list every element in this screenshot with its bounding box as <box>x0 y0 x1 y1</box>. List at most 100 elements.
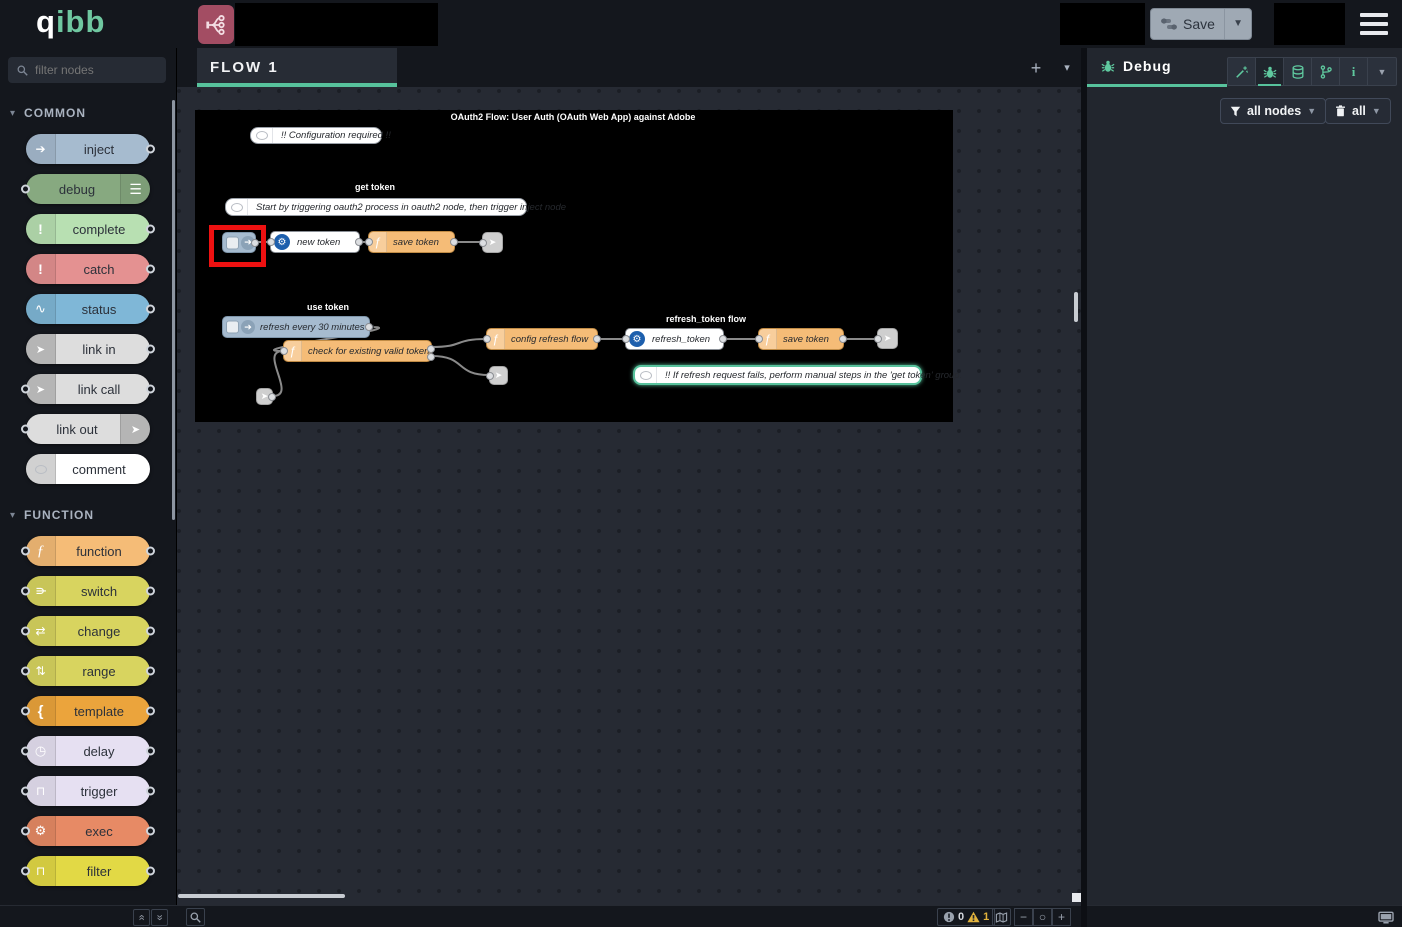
input-port[interactable] <box>622 335 630 343</box>
input-port[interactable] <box>755 335 763 343</box>
canvas-search-button[interactable] <box>186 908 205 926</box>
output-port[interactable] <box>839 335 847 343</box>
palette-search-box[interactable] <box>8 57 166 83</box>
flow-comment-node[interactable]: !! If refresh request fails, perform man… <box>633 365 922 385</box>
node-port[interactable] <box>21 707 30 716</box>
database-icon[interactable] <box>1284 58 1312 85</box>
node-port[interactable] <box>146 787 155 796</box>
flow-inject-node[interactable]: ➔refresh every 30 minutes ↻ <box>222 316 370 338</box>
node-port[interactable] <box>21 867 30 876</box>
output-port[interactable] <box>450 238 458 246</box>
palette-node-debug[interactable]: ☰debug <box>26 174 150 204</box>
canvas-horizontal-scrollbar[interactable] <box>178 894 345 898</box>
palette-node-range[interactable]: ⇅range <box>26 656 150 686</box>
canvas-scroll-corner[interactable] <box>1072 893 1081 902</box>
flow-link-node[interactable]: ➤ <box>482 232 503 253</box>
palette-node-template[interactable]: {template <box>26 696 150 726</box>
canvas-vertical-scrollbar[interactable] <box>1074 292 1078 322</box>
palette-node-change[interactable]: ⇄change <box>26 616 150 646</box>
palette-node-filter[interactable]: ⊓filter <box>26 856 150 886</box>
node-port[interactable] <box>21 827 30 836</box>
palette-node-link-call[interactable]: ➤link call <box>26 374 150 404</box>
input-port[interactable] <box>365 238 373 246</box>
palette-node-complete[interactable]: !complete <box>26 214 150 244</box>
palette-expand-button[interactable]: » <box>151 909 168 926</box>
input-port[interactable] <box>486 372 494 380</box>
palette-node-function[interactable]: ƒfunction <box>26 536 150 566</box>
node-port[interactable] <box>146 707 155 716</box>
filter-all-nodes-dropdown[interactable]: all nodes ▼ <box>1220 98 1326 124</box>
monitor-icon[interactable] <box>1376 909 1396 926</box>
tab-flow-1[interactable]: FLOW 1 <box>197 48 397 87</box>
palette-node-delay[interactable]: ◷delay <box>26 736 150 766</box>
input-port[interactable] <box>874 335 882 343</box>
node-port[interactable] <box>21 667 30 676</box>
flow-list-caret-icon[interactable]: ▾ <box>1055 56 1079 80</box>
palette-section-common[interactable]: ▾COMMON <box>0 92 176 134</box>
save-button[interactable]: Save ▼ <box>1150 8 1252 40</box>
palette-node-catch[interactable]: !catch <box>26 254 150 284</box>
palette-section-function[interactable]: ▾FUNCTION <box>0 494 176 536</box>
toolbar-caret-icon[interactable]: ▼ <box>1368 58 1396 85</box>
palette-node-link-out[interactable]: ➤link out <box>26 414 150 444</box>
node-port[interactable] <box>146 305 155 314</box>
flow-function-node[interactable]: ƒsave token <box>758 328 844 350</box>
output-port[interactable] <box>355 238 363 246</box>
flow-canvas[interactable]: OAuth2 Flow: User Auth (OAuth Web App) a… <box>177 87 1087 905</box>
node-port[interactable] <box>146 345 155 354</box>
flow-comment-node[interactable]: Start by triggering oauth2 process in oa… <box>225 198 527 216</box>
bug-tab-icon[interactable] <box>1256 58 1284 85</box>
input-port[interactable] <box>280 347 288 355</box>
zoom-in-button[interactable]: + <box>1052 908 1071 926</box>
info-icon[interactable]: i <box>1340 58 1368 85</box>
clear-all-dropdown[interactable]: all ▼ <box>1325 98 1391 124</box>
flow-link-node[interactable]: ➤ <box>489 366 508 385</box>
minimap-button[interactable] <box>992 908 1011 926</box>
palette-node-link-in[interactable]: ➤link in <box>26 334 150 364</box>
palette-node-inject[interactable]: ➔inject <box>26 134 150 164</box>
flow-link-node[interactable]: ➤ <box>877 328 898 349</box>
add-flow-button[interactable]: + <box>1024 56 1048 80</box>
node-port[interactable] <box>146 587 155 596</box>
output-port[interactable] <box>268 393 276 401</box>
zoom-reset-button[interactable]: ○ <box>1033 908 1052 926</box>
palette-node-comment[interactable]: comment <box>26 454 150 484</box>
palette-node-status[interactable]: ∿status <box>26 294 150 324</box>
filter-nodes-input[interactable] <box>35 63 155 77</box>
node-port[interactable] <box>21 385 30 394</box>
palette-collapse-button[interactable]: « <box>133 909 150 926</box>
flow-oauth2-node[interactable]: ⚙refresh_token <box>625 328 724 350</box>
input-port[interactable] <box>267 238 275 246</box>
node-port[interactable] <box>146 145 155 154</box>
node-port[interactable] <box>21 787 30 796</box>
hamburger-menu-icon[interactable] <box>1360 13 1388 35</box>
inject-button[interactable] <box>226 321 239 334</box>
palette-node-switch[interactable]: ⋔switch <box>26 576 150 606</box>
flow-function-node[interactable]: ƒcheck for existing valid token <box>283 340 432 362</box>
node-port[interactable] <box>146 385 155 394</box>
node-port[interactable] <box>146 667 155 676</box>
save-caret-icon[interactable]: ▼ <box>1224 9 1251 39</box>
flow-oauth2-node[interactable]: ⚙new token <box>270 231 360 253</box>
node-port[interactable] <box>21 185 30 194</box>
node-port[interactable] <box>146 747 155 756</box>
node-port[interactable] <box>21 547 30 556</box>
node-port[interactable] <box>146 867 155 876</box>
output-port[interactable] <box>719 335 727 343</box>
flow-comment-node[interactable]: !! Configuration required !! <box>250 127 382 144</box>
wand-icon[interactable] <box>1228 58 1256 85</box>
output-port[interactable] <box>593 335 601 343</box>
output-port[interactable] <box>365 323 373 331</box>
palette-scrollbar[interactable] <box>172 100 175 520</box>
input-port[interactable] <box>483 335 491 343</box>
flow-function-node[interactable]: ƒconfig refresh flow <box>486 328 598 350</box>
node-port[interactable] <box>21 425 30 434</box>
notifications-status[interactable]: 0 1 <box>937 908 995 926</box>
palette-node-trigger[interactable]: ⊓trigger <box>26 776 150 806</box>
flow-link-node[interactable]: ➤ <box>256 388 273 405</box>
node-port[interactable] <box>146 225 155 234</box>
input-port[interactable] <box>479 239 487 247</box>
node-port[interactable] <box>21 587 30 596</box>
node-port[interactable] <box>21 747 30 756</box>
node-port[interactable] <box>146 547 155 556</box>
